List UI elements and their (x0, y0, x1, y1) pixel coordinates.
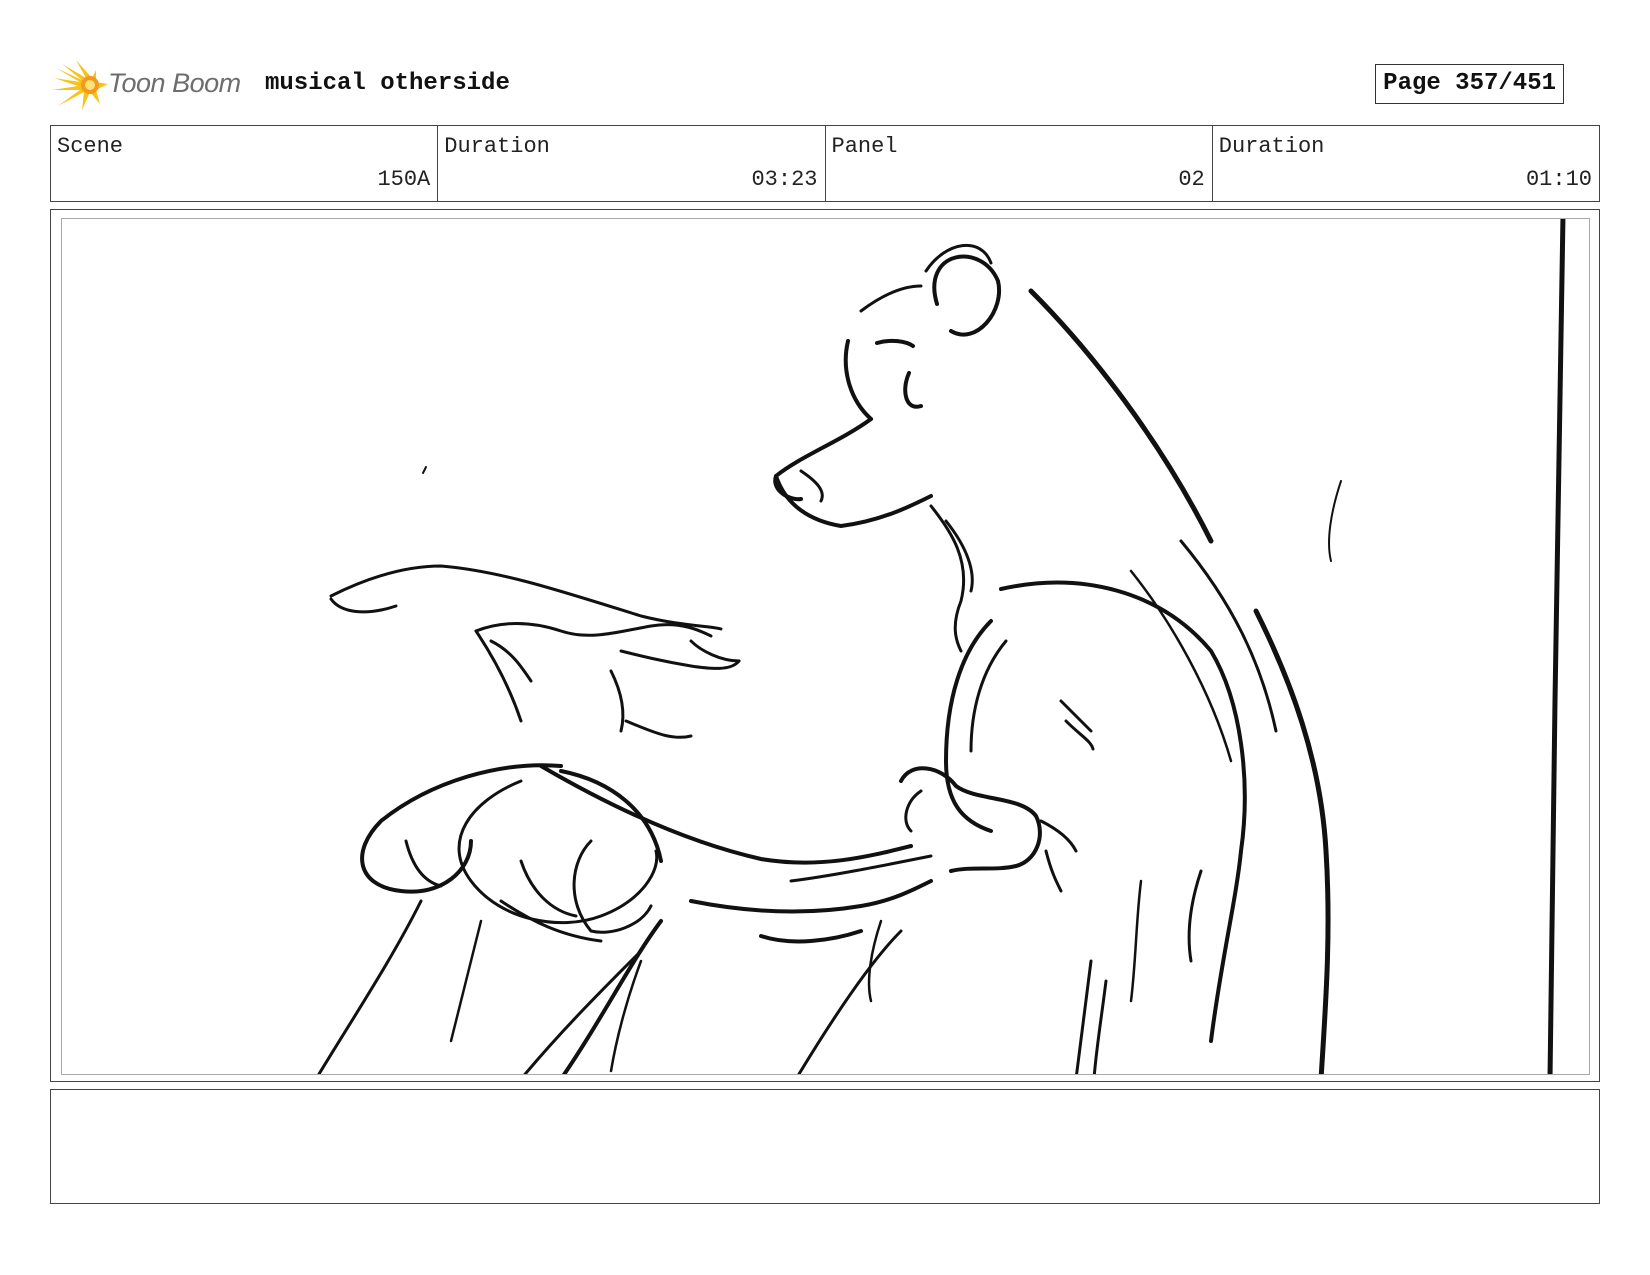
project-title: musical otherside (265, 70, 510, 97)
panel-value: 02 (1178, 167, 1205, 192)
page-header: Toon Boom musical otherside Page 357/451 (52, 58, 1612, 114)
scene-duration-cell: Duration 03:23 (438, 126, 826, 201)
panel-cell: Panel 02 (826, 126, 1213, 201)
scene-info-table: Scene 150A Duration 03:23 Panel 02 Durat… (50, 125, 1600, 202)
storyboard-sketch-icon (317, 219, 1566, 1074)
scene-value: 150A (377, 167, 431, 192)
panel-notes-box (50, 1089, 1600, 1204)
panel-duration-value: 01:10 (1525, 167, 1592, 192)
scene-label: Scene (57, 134, 124, 159)
page-number-badge: Page 357/451 (1375, 64, 1564, 104)
storyboard-panel-image (61, 218, 1590, 1075)
scene-duration-label: Duration (444, 134, 550, 159)
panel-duration-cell: Duration 01:10 (1213, 126, 1599, 201)
toon-boom-logo: Toon Boom (52, 58, 252, 114)
panel-label: Panel (831, 134, 898, 159)
scene-duration-value: 03:23 (751, 167, 818, 192)
toon-boom-burst-icon (52, 60, 108, 110)
logo-wordmark: Toon Boom (108, 68, 241, 98)
scene-cell: Scene 150A (51, 126, 439, 201)
panel-duration-label: Duration (1218, 134, 1325, 159)
